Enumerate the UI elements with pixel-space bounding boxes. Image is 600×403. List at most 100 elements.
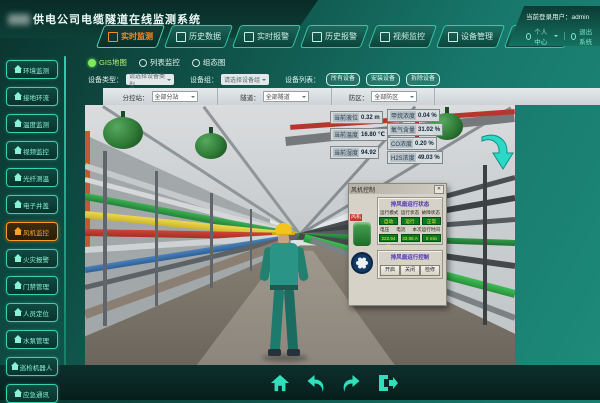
view-mode-radios: GIS地图 列表监控 组态图 (88, 56, 598, 69)
sidebar-item-emergency-comms[interactable]: 应急通讯 (6, 384, 58, 403)
control-heading: 排风扇运行控制 (379, 253, 441, 261)
power-icon (571, 33, 576, 40)
rack-post (483, 165, 487, 325)
radio-icon (88, 59, 96, 67)
current-value: 33.06 A (401, 234, 420, 242)
sidebar-item-fire-alarm[interactable]: 火灾报警 (6, 249, 58, 268)
house-icon (15, 177, 21, 181)
main-nav-tabs: 实时监测 历史数据 实时报警 历史报警 视频监控 设备管理 用户管理 (100, 25, 569, 48)
ceiling-fan[interactable] (195, 133, 227, 159)
chevron-down-icon (191, 96, 195, 100)
sidebar-item-fan-monitor[interactable]: 风机监控 (6, 222, 58, 241)
house-icon (15, 393, 21, 397)
house-icon (15, 339, 21, 343)
sensor-badge-methane: 甲烷浓度0.04 % (387, 109, 440, 122)
camera-icon (380, 32, 390, 42)
ceiling-fan[interactable] (103, 117, 143, 149)
sidebar-item-access-control[interactable]: 门禁管理 (6, 276, 58, 295)
fault-state-value: 正常 (422, 217, 441, 225)
house-icon (12, 366, 18, 370)
dialog-titlebar[interactable]: 风机控制 ✕ (349, 184, 446, 194)
tab-history-alarm[interactable]: 历史报警 (300, 25, 369, 48)
nav-arrow-icon[interactable] (478, 129, 514, 171)
voltage-value: 222.94 V (379, 234, 398, 242)
close-icon[interactable]: ✕ (434, 185, 444, 194)
device-list-label: 设备列表： (285, 75, 320, 85)
footer-nav (0, 365, 600, 400)
sidebar-item-ground-current[interactable]: 接地环流 (6, 87, 58, 106)
install-devices-button[interactable]: 安装设备 (366, 73, 400, 86)
chevron-down-icon (302, 96, 306, 100)
house-icon (15, 312, 21, 316)
exit-icon[interactable] (377, 373, 399, 393)
back-icon[interactable] (305, 373, 326, 393)
forward-icon[interactable] (341, 373, 362, 393)
person-icon (526, 33, 531, 40)
hard-hat (275, 223, 292, 234)
sensor-badge-humidity: 当前湿度94.92 (330, 146, 379, 159)
logout-link[interactable]: 退出系统 (579, 26, 596, 46)
house-icon (15, 258, 21, 262)
user-center-link[interactable]: 个人中心 (534, 26, 551, 46)
fan-maintain-button[interactable]: 检修 (420, 265, 440, 276)
sidebar-item-water-pump[interactable]: 水泵管理 (6, 330, 58, 349)
sidebar-item-robot[interactable]: 巡检机器人 (6, 357, 58, 376)
radio-icon (139, 59, 147, 67)
tunnel-3d-view[interactable]: 当前液位0.32 m 当前温度16.80 ℃ 当前湿度94.92 甲烷浓度0.0… (85, 105, 515, 365)
radio-config-diagram[interactable]: 组态图 (192, 57, 226, 68)
sidebar-item-environment[interactable]: 环境监测 (6, 60, 58, 79)
tab-history-data[interactable]: 历史数据 (164, 25, 233, 48)
zone-filter: 防区： 全部防区 (332, 88, 435, 105)
device-filter-row: 设备类型： 请选择设备类型 设备组： 请选择设备组 设备列表： 所有设备 安装设… (88, 73, 598, 86)
substation-select[interactable]: 全部分站 (152, 91, 198, 102)
fan-unit-image (353, 222, 371, 246)
house-icon (15, 231, 21, 235)
rack-post (103, 151, 107, 326)
house-icon (15, 96, 21, 100)
device-type-select[interactable]: 请选择设备类型 (126, 74, 174, 85)
sensor-badge-oxygen: 氧气含量31.02 % (387, 123, 443, 136)
tab-realtime-alarm[interactable]: 实时报警 (232, 25, 301, 48)
sidebar-item-temperature[interactable]: 温度监测 (6, 114, 58, 133)
sidebar-item-manhole-cover[interactable]: 电子井盖 (6, 195, 58, 214)
all-devices-button[interactable]: 所有设备 (326, 73, 360, 86)
sidebar-item-personnel[interactable]: 人员定位 (6, 303, 58, 322)
house-icon (15, 285, 21, 289)
rack-post (210, 193, 213, 288)
tab-device-manage[interactable]: 设备管理 (436, 25, 505, 48)
tunnel-filter: 隧道： 全部隧道 (218, 88, 332, 105)
tab-video-monitor[interactable]: 视频监控 (368, 25, 437, 48)
device-type-label: 设备类型： (88, 75, 123, 85)
zone-select[interactable]: 全部防区 (371, 91, 417, 102)
device-group-select[interactable]: 请选择设备组 (221, 74, 269, 85)
redacted-company-name (8, 14, 30, 25)
alarm-icon (244, 32, 254, 42)
fan-on-button[interactable]: 开启 (380, 265, 400, 276)
sidebar-item-video[interactable]: 视频监控 (6, 141, 58, 160)
fan-blade-image (351, 252, 373, 274)
chevron-down-icon (262, 79, 266, 83)
remove-devices-button[interactable]: 拆除设备 (406, 73, 440, 86)
tunnel-select[interactable]: 全部隧道 (263, 91, 309, 102)
report-icon (312, 32, 322, 42)
chevron-down-icon (554, 35, 558, 39)
sensor-badge-co: CO浓度0.20 % (387, 137, 437, 150)
device-tag-badge: 风机 (350, 214, 362, 221)
tab-realtime-monitor[interactable]: 实时监测 (96, 25, 165, 48)
house-icon (15, 123, 21, 127)
user-panel: 当前登录用户：admin 个人中心 退出系统 (508, 6, 600, 46)
monitor-icon (108, 32, 118, 42)
sidebar-item-fiber-temp[interactable]: 光纤测温 (6, 168, 58, 187)
home-icon[interactable] (270, 373, 290, 393)
status-heading: 排风扇运行状态 (379, 200, 441, 208)
dialog-title: 风机控制 (351, 185, 375, 194)
substation-filter: 分控站： 全部分站 (103, 88, 218, 105)
radio-list-monitor[interactable]: 列表监控 (139, 57, 180, 68)
fan-off-button[interactable]: 关闭 (400, 265, 420, 276)
current-user-label: 当前登录用户：admin (526, 11, 596, 21)
fan-control-group: 排风扇运行控制 开启 关闭 检修 (377, 250, 443, 279)
sensor-badge-level: 当前液位0.32 m (330, 111, 383, 124)
sensor-badge-temp: 当前温度16.80 ℃ (330, 128, 388, 141)
radio-gis-map[interactable]: GIS地图 (88, 57, 127, 68)
worker-figure[interactable] (248, 223, 320, 365)
